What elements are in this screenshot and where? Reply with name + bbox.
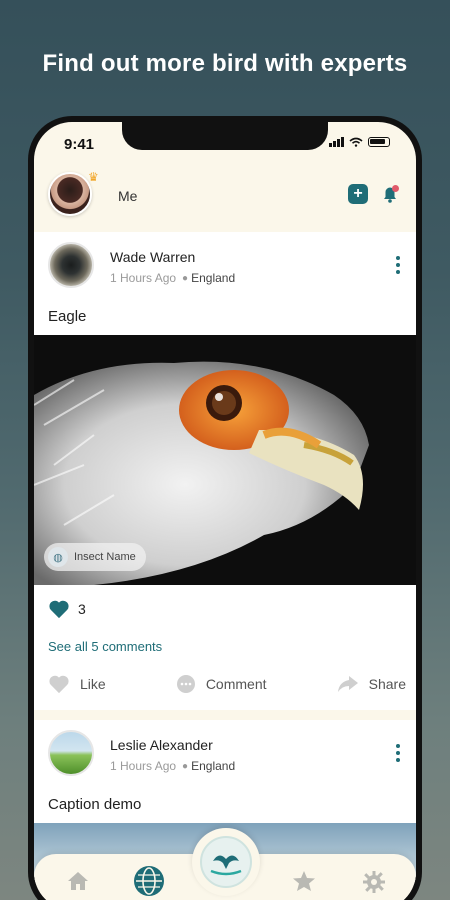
like-count: 3 (78, 601, 86, 617)
author-name[interactable]: Leslie Alexander (110, 737, 213, 753)
battery-icon (368, 137, 390, 147)
notification-bell-icon[interactable] (378, 182, 402, 206)
post-time: 1 Hours Ago (110, 271, 177, 285)
more-options-icon[interactable] (396, 256, 400, 274)
post-time: 1 Hours Ago (110, 759, 177, 773)
comment-button[interactable]: Comment (176, 674, 267, 694)
like-label: Like (80, 676, 106, 692)
share-label: Share (368, 676, 406, 692)
post-caption: Eagle (48, 308, 87, 325)
author-avatar[interactable] (48, 242, 94, 288)
bottom-nav (34, 828, 416, 900)
location-pin-icon: ● (182, 760, 189, 772)
post-location: ● England (182, 759, 235, 773)
insect-name-label: Insect Name (74, 551, 136, 563)
post-photo[interactable]: ◍ Insect Name (34, 335, 416, 585)
globe-icon: ◍ (48, 547, 68, 567)
location-label: England (191, 759, 236, 773)
post-location: ● England (182, 271, 235, 285)
like-button[interactable]: Like (48, 674, 106, 694)
app-screen: 9:41 ♛ Me + Wade Warren 1 Hours Ago ● En… (34, 122, 416, 900)
signal-icon (329, 137, 344, 147)
wifi-icon (349, 137, 363, 147)
add-post-button[interactable]: + (348, 184, 368, 204)
location-pin-icon: ● (182, 272, 189, 284)
share-button[interactable]: Share (337, 675, 406, 693)
star-icon[interactable] (292, 870, 316, 892)
bird-scan-button[interactable] (192, 828, 260, 896)
my-avatar[interactable] (48, 172, 92, 216)
post-meta: 1 Hours Ago ● England (110, 759, 235, 773)
top-bar: ♛ Me + (34, 166, 416, 228)
comment-icon (176, 675, 195, 693)
see-all-comments-link[interactable]: See all 5 comments (34, 625, 416, 664)
phone-notch (122, 122, 328, 150)
more-options-icon[interactable] (396, 744, 400, 762)
heart-icon[interactable] (48, 599, 70, 619)
status-time: 9:41 (64, 136, 95, 153)
insect-name-chip[interactable]: ◍ Insect Name (44, 543, 146, 571)
bird-scan-icon (200, 836, 252, 888)
comment-label: Comment (205, 676, 267, 692)
post-meta: 1 Hours Ago ● England (110, 271, 235, 285)
gear-icon[interactable] (362, 870, 386, 894)
share-icon (337, 676, 358, 692)
post-header: Wade Warren 1 Hours Ago ● England (34, 232, 416, 296)
post-actions: Like Comment Share (34, 664, 416, 710)
heart-outline-icon (49, 675, 69, 694)
post-card: Wade Warren 1 Hours Ago ● England Eagle (34, 232, 416, 710)
location-label: England (191, 271, 236, 285)
feed: Wade Warren 1 Hours Ago ● England Eagle (34, 232, 416, 893)
phone-frame: 9:41 ♛ Me + Wade Warren 1 Hours Ago ● En… (28, 116, 422, 900)
post-caption: Caption demo (48, 796, 142, 813)
promo-headline: Find out more bird with experts (42, 50, 408, 77)
status-icons (329, 137, 390, 147)
plus-icon: + (353, 185, 363, 202)
me-label: Me (118, 188, 138, 204)
author-name[interactable]: Wade Warren (110, 249, 195, 265)
globe-icon[interactable] (134, 866, 164, 896)
author-avatar[interactable] (48, 730, 94, 776)
likes-row: 3 (34, 585, 416, 625)
post-header: Leslie Alexander 1 Hours Ago ● England (34, 720, 416, 784)
crown-icon: ♛ (88, 170, 99, 184)
home-icon[interactable] (66, 870, 90, 892)
